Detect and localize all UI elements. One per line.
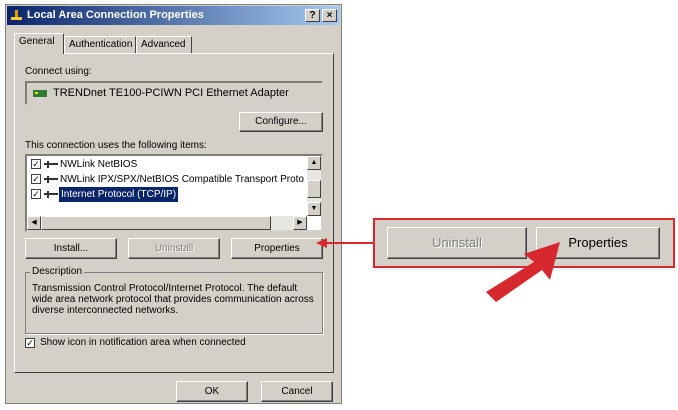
callout-arrowhead-icon [316, 238, 327, 248]
annotation-overlay [316, 238, 373, 248]
red-pointer-arrow-icon [486, 242, 560, 302]
tab-general[interactable]: General [14, 33, 64, 54]
